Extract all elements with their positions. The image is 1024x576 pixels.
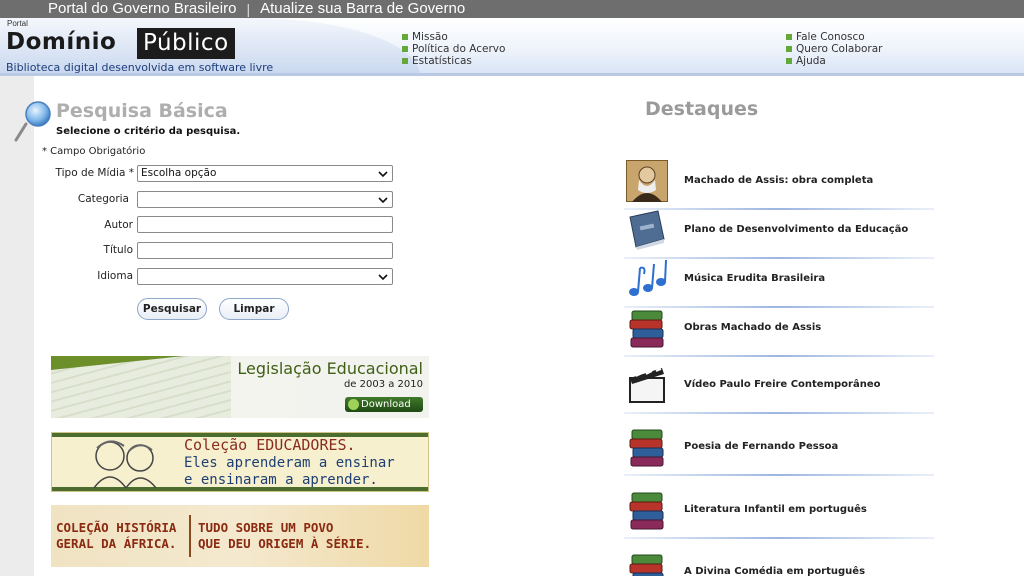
books-stack-icon bbox=[629, 492, 664, 530]
search-title: Pesquisa Básica bbox=[56, 100, 228, 122]
gov-update-link[interactable]: Atualize sua Barra de Governo bbox=[260, 1, 465, 17]
banner-historia-africa[interactable]: COLEÇÃO HISTÓRIA GERAL DA ÁFRICA. TUDO S… bbox=[51, 505, 429, 567]
banner-legislacao-subtitle: de 2003 a 2010 bbox=[343, 379, 423, 390]
highlight-label: Obras Machado de Assis bbox=[684, 322, 822, 333]
highlight-video-paulo-freire[interactable]: Vídeo Paulo Freire Contemporâneo bbox=[624, 364, 934, 414]
highlight-label: A Divina Comédia em português bbox=[684, 566, 866, 576]
highlight-divina-comedia[interactable]: A Divina Comédia em português bbox=[624, 551, 934, 576]
bullet-icon bbox=[402, 58, 408, 64]
menu-item-politica[interactable]: Política do Acervo bbox=[402, 43, 505, 55]
gov-bar-separator: | bbox=[246, 1, 251, 17]
media-type-value: Escolha opção bbox=[141, 167, 217, 179]
chevron-down-icon bbox=[378, 171, 388, 178]
educators-illustration-icon bbox=[93, 440, 157, 488]
site-header: Portal Domínio Público Biblioteca digita… bbox=[0, 18, 1024, 76]
banner-educadores-line2: Eles aprenderam a ensinar bbox=[184, 455, 395, 471]
highlight-obras-machado[interactable]: Obras Machado de Assis bbox=[624, 307, 934, 357]
book-icon bbox=[629, 210, 665, 250]
banner-legislacao-title: Legislação Educacional bbox=[237, 359, 423, 378]
banner-africa-right: TUDO SOBRE UM POVO QUE DEU ORIGEM À SÉRI… bbox=[198, 520, 372, 551]
title-label: Título bbox=[103, 244, 133, 256]
banner-download-button[interactable]: Download bbox=[345, 397, 423, 412]
clear-button[interactable]: Limpar bbox=[219, 298, 289, 320]
chevron-down-icon bbox=[378, 197, 388, 204]
banner-educadores-line1: Coleção EDUCADORES. bbox=[184, 436, 356, 454]
menu-item-fale-conosco[interactable]: Fale Conosco bbox=[786, 31, 883, 43]
header-menu-left: Missão Política do Acervo Estatísticas bbox=[402, 31, 505, 67]
banner-legislacao-educacional[interactable]: Legislação Educacional de 2003 a 2010 Do… bbox=[51, 356, 429, 418]
highlight-label: Música Erudita Brasileira bbox=[684, 273, 826, 284]
author-label: Autor bbox=[104, 219, 133, 231]
highlight-label: Plano de Desenvolvimento da Educação bbox=[684, 224, 909, 235]
portrait-icon bbox=[626, 160, 668, 202]
books-stack-icon bbox=[629, 310, 664, 348]
highlight-divider bbox=[624, 355, 934, 357]
title-input[interactable] bbox=[137, 242, 393, 259]
header-menu-right: Fale Conosco Quero Colaborar Ajuda bbox=[786, 31, 883, 67]
highlight-plano-desenvolvimento[interactable]: Plano de Desenvolvimento da Educação bbox=[624, 209, 934, 259]
menu-item-quero-colaborar[interactable]: Quero Colaborar bbox=[786, 43, 883, 55]
highlights-title: Destaques bbox=[645, 98, 759, 120]
bullet-icon bbox=[402, 34, 408, 40]
highlight-poesia-fernando-pessoa[interactable]: Poesia de Fernando Pessoa bbox=[624, 426, 934, 476]
menu-item-missao[interactable]: Missão bbox=[402, 31, 505, 43]
highlight-label: Literatura Infantil em português bbox=[684, 504, 867, 515]
author-input[interactable] bbox=[137, 216, 393, 233]
category-label: Categoria bbox=[77, 193, 129, 205]
clapperboard-icon bbox=[629, 368, 665, 403]
books-stack-icon bbox=[629, 429, 664, 467]
gov-bar: Portal do Governo Brasileiro | Atualize … bbox=[0, 0, 1024, 18]
logo-tagline: Biblioteca digital desenvolvida em softw… bbox=[6, 61, 274, 74]
menu-item-estatisticas[interactable]: Estatísticas bbox=[402, 55, 505, 67]
highlight-divider bbox=[624, 537, 934, 539]
search-button[interactable]: Pesquisar bbox=[137, 298, 207, 320]
banner-africa-divider bbox=[189, 515, 191, 557]
highlight-label: Poesia de Fernando Pessoa bbox=[684, 441, 839, 452]
required-field-note: * Campo Obrigatório bbox=[42, 146, 146, 157]
magnifier-icon bbox=[14, 101, 51, 142]
chevron-down-icon bbox=[378, 274, 388, 281]
highlight-literatura-infantil[interactable]: Literatura Infantil em português bbox=[624, 489, 934, 539]
bullet-icon bbox=[786, 46, 792, 52]
gov-portal-link[interactable]: Portal do Governo Brasileiro bbox=[48, 1, 236, 17]
language-label: Idioma bbox=[97, 270, 133, 282]
highlight-divider bbox=[624, 474, 934, 476]
highlight-label: Vídeo Paulo Freire Contemporâneo bbox=[684, 379, 881, 390]
language-select[interactable] bbox=[137, 268, 393, 285]
banner-africa-left: COLEÇÃO HISTÓRIA GERAL DA ÁFRICA. bbox=[56, 520, 177, 551]
search-subtitle: Selecione o critério da pesquisa. bbox=[56, 126, 241, 137]
music-notes-icon bbox=[629, 259, 667, 296]
menu-item-ajuda[interactable]: Ajuda bbox=[786, 55, 883, 67]
media-type-label: Tipo de Mídia * bbox=[55, 167, 134, 179]
banner-colecao-educadores[interactable]: Coleção EDUCADORES. Eles aprenderam a en… bbox=[51, 432, 429, 492]
highlight-machado-obra-completa[interactable]: Machado de Assis: obra completa bbox=[624, 160, 934, 210]
highlight-musica-erudita[interactable]: Música Erudita Brasileira bbox=[624, 258, 934, 308]
bullet-icon bbox=[402, 46, 408, 52]
logo-portal-word: Portal bbox=[7, 19, 28, 28]
media-type-select[interactable]: Escolha opção bbox=[137, 165, 393, 182]
banner-download-label: Download bbox=[361, 399, 411, 410]
category-select[interactable] bbox=[137, 191, 393, 208]
logo-publico[interactable]: Público bbox=[137, 28, 235, 59]
books-stack-icon bbox=[629, 554, 664, 576]
highlight-divider bbox=[624, 412, 934, 414]
banner-educadores-line3: e ensinaram a aprender. bbox=[184, 472, 378, 488]
bullet-icon bbox=[786, 34, 792, 40]
logo-dominio[interactable]: Domínio bbox=[6, 29, 116, 55]
bullet-icon bbox=[786, 58, 792, 64]
download-icon bbox=[348, 399, 359, 410]
highlight-label: Machado de Assis: obra completa bbox=[684, 175, 874, 186]
